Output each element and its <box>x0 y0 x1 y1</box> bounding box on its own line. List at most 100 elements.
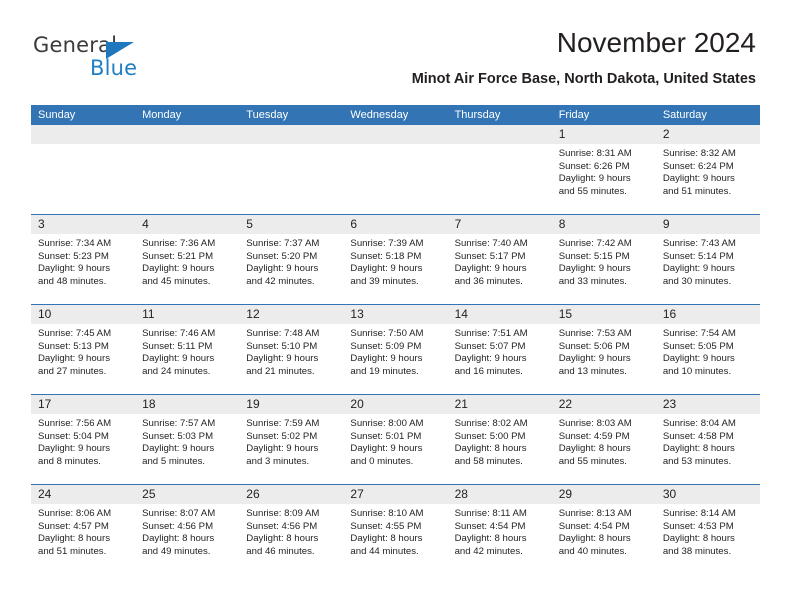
sunrise-text: Sunrise: 8:13 AM <box>558 508 632 519</box>
sunrise-text: Sunrise: 8:31 AM <box>558 148 632 159</box>
daylight-text-cont: and 33 minutes. <box>558 275 627 287</box>
sunset-text: Sunset: 5:17 PM <box>454 250 526 262</box>
sunrise-text: Sunrise: 7:37 AM <box>246 238 320 249</box>
daylight-text: Daylight: 8 hours <box>142 533 215 545</box>
day-cell[interactable]: 12 Sunrise: 7:48 AM Sunset: 5:10 PM Dayligh… <box>239 305 344 394</box>
daylight-text: Daylight: 9 hours <box>38 443 110 455</box>
sunset-text: Sunset: 5:18 PM <box>350 250 422 262</box>
day-sun-info: Sunrise: 8:14 AM Sunset: 4:53 PM Daylight:… <box>656 504 760 558</box>
day-cell[interactable]: 27 Sunrise: 8:10 AM Sunset: 4:55 PM Dayligh… <box>343 485 448 574</box>
day-cell[interactable]: 14 Sunrise: 7:51 AM Sunset: 5:07 PM Dayligh… <box>447 305 552 394</box>
day-number: 23 <box>655 395 760 414</box>
sunrise-text: Sunrise: 8:07 AM <box>142 508 216 519</box>
day-sun-info <box>343 144 447 148</box>
day-number: 25 <box>135 485 240 504</box>
daylight-text-cont: and 55 minutes. <box>558 185 627 197</box>
daylight-text-cont: and 53 minutes. <box>662 455 732 467</box>
day-sun-info: Sunrise: 7:39 AM Sunset: 5:18 PM Daylight:… <box>343 234 447 288</box>
day-cell-empty <box>31 125 136 214</box>
day-cell[interactable]: 9 Sunrise: 7:43 AM Sunset: 5:14 PM Daylight… <box>655 215 760 304</box>
calendar-page: General Blue November 2024 Minot Air For… <box>0 0 792 612</box>
day-cell[interactable]: 25 Sunrise: 8:07 AM Sunset: 4:56 PM Dayligh… <box>135 485 240 574</box>
day-number: 10 <box>31 305 136 324</box>
day-sun-info: Sunrise: 8:06 AM Sunset: 4:57 PM Daylight:… <box>31 504 135 558</box>
calendar-grid: Sunday Monday Tuesday Wednesday Thursday Frid… <box>31 105 760 574</box>
daylight-text-cont: and 21 minutes. <box>246 365 315 377</box>
day-cell[interactable]: 20 Sunrise: 8:00 AM Sunset: 5:01 PM Dayligh… <box>343 395 448 484</box>
logo-text-general: General <box>33 33 118 57</box>
sunrise-text: Sunrise: 8:14 AM <box>662 508 736 519</box>
daylight-text: Daylight: 9 hours <box>454 263 527 275</box>
day-number: 26 <box>239 485 344 504</box>
day-number: 15 <box>551 305 656 324</box>
day-cell[interactable]: 8 Sunrise: 7:42 AM Sunset: 5:15 PM Daylight… <box>551 215 656 304</box>
day-number: 20 <box>343 395 448 414</box>
day-number: 19 <box>239 395 344 414</box>
day-number: 7 <box>447 215 552 234</box>
day-cell[interactable]: 26 Sunrise: 8:09 AM Sunset: 4:56 PM Dayligh… <box>239 485 344 574</box>
general-blue-logo[interactable]: General Blue <box>33 33 213 80</box>
day-cell[interactable]: 18 Sunrise: 7:57 AM Sunset: 5:03 PM Dayligh… <box>135 395 240 484</box>
day-cell[interactable]: 7 Sunrise: 7:40 AM Sunset: 5:17 PM Daylight… <box>447 215 552 304</box>
sunset-text: Sunset: 5:20 PM <box>246 250 318 262</box>
daylight-text: Daylight: 9 hours <box>142 263 215 275</box>
daylight-text-cont: and 8 minutes. <box>38 455 101 467</box>
weekday-header-friday: Friday <box>558 109 590 121</box>
day-sun-info: Sunrise: 8:32 AM Sunset: 6:24 PM Daylight:… <box>656 144 760 198</box>
day-number: 18 <box>135 395 240 414</box>
day-cell[interactable]: 22 Sunrise: 8:03 AM Sunset: 4:59 PM Dayligh… <box>551 395 656 484</box>
day-sun-info: Sunrise: 8:03 AM Sunset: 4:59 PM Daylight:… <box>552 414 656 468</box>
day-cell[interactable]: 21 Sunrise: 8:02 AM Sunset: 5:00 PM Dayligh… <box>447 395 552 484</box>
day-cell[interactable]: 6 Sunrise: 7:39 AM Sunset: 5:18 PM Daylight… <box>343 215 448 304</box>
sunrise-text: Sunrise: 7:46 AM <box>142 328 216 339</box>
sunset-text: Sunset: 5:11 PM <box>142 340 213 352</box>
day-cell[interactable]: 29 Sunrise: 8:13 AM Sunset: 4:54 PM Dayligh… <box>551 485 656 574</box>
day-cell[interactable]: 24 Sunrise: 8:06 AM Sunset: 4:57 PM Dayligh… <box>31 485 136 574</box>
day-cell[interactable]: 19 Sunrise: 7:59 AM Sunset: 5:02 PM Dayligh… <box>239 395 344 484</box>
daylight-text: Daylight: 9 hours <box>662 353 735 365</box>
sunrise-text: Sunrise: 7:36 AM <box>142 238 216 249</box>
day-cell[interactable]: 5 Sunrise: 7:37 AM Sunset: 5:20 PM Daylight… <box>239 215 344 304</box>
daylight-text: Daylight: 9 hours <box>38 353 110 365</box>
day-cell[interactable]: 4 Sunrise: 7:36 AM Sunset: 5:21 PM Daylight… <box>135 215 240 304</box>
day-cell[interactable]: 15 Sunrise: 7:53 AM Sunset: 5:06 PM Dayligh… <box>551 305 656 394</box>
day-cell[interactable]: 23 Sunrise: 8:04 AM Sunset: 4:58 PM Dayligh… <box>655 395 760 484</box>
daylight-text: Daylight: 8 hours <box>662 443 735 455</box>
day-sun-info: Sunrise: 7:48 AM Sunset: 5:10 PM Daylight:… <box>239 324 343 378</box>
day-cell[interactable]: 1 Sunrise: 8:31 AM Sunset: 6:26 PM Daylight… <box>551 125 656 214</box>
sunrise-text: Sunrise: 7:59 AM <box>246 418 320 429</box>
weekday-header-saturday: Saturday <box>662 109 707 121</box>
day-cell[interactable]: 28 Sunrise: 8:11 AM Sunset: 4:54 PM Dayligh… <box>447 485 552 574</box>
day-cell[interactable]: 30 Sunrise: 8:14 AM Sunset: 4:53 PM Dayligh… <box>655 485 760 574</box>
day-number: 2 <box>655 125 760 144</box>
day-cell[interactable]: 11 Sunrise: 7:46 AM Sunset: 5:11 PM Dayligh… <box>135 305 240 394</box>
daylight-text: Daylight: 9 hours <box>246 263 319 275</box>
day-number: 30 <box>655 485 760 504</box>
day-number <box>343 125 448 144</box>
day-number <box>31 125 136 144</box>
day-cell[interactable]: 16 Sunrise: 7:54 AM Sunset: 5:05 PM Dayligh… <box>655 305 760 394</box>
day-cell[interactable]: 2 Sunrise: 8:32 AM Sunset: 6:24 PM Daylight… <box>655 125 760 214</box>
sunset-text: Sunset: 4:53 PM <box>662 520 734 532</box>
day-cell[interactable]: 13 Sunrise: 7:50 AM Sunset: 5:09 PM Dayligh… <box>343 305 448 394</box>
day-number: 3 <box>31 215 136 234</box>
day-number: 11 <box>135 305 240 324</box>
sunset-text: Sunset: 5:10 PM <box>246 340 318 352</box>
day-number: 8 <box>551 215 656 234</box>
daylight-text-cont: and 24 minutes. <box>142 365 211 377</box>
day-cell[interactable]: 17 Sunrise: 7:56 AM Sunset: 5:04 PM Dayligh… <box>31 395 136 484</box>
daylight-text: Daylight: 9 hours <box>246 443 319 455</box>
day-number: 14 <box>447 305 552 324</box>
daylight-text: Daylight: 9 hours <box>558 263 631 275</box>
sunset-text: Sunset: 5:01 PM <box>350 430 422 442</box>
daylight-text-cont: and 48 minutes. <box>38 275 107 287</box>
sunrise-text: Sunrise: 8:03 AM <box>558 418 632 429</box>
day-cell[interactable]: 3 Sunrise: 7:34 AM Sunset: 5:23 PM Daylight… <box>31 215 136 304</box>
day-cell-empty <box>239 125 344 214</box>
sunset-text: Sunset: 5:04 PM <box>38 430 109 442</box>
day-sun-info: Sunrise: 7:34 AM Sunset: 5:23 PM Daylight:… <box>31 234 135 288</box>
day-cell[interactable]: 10 Sunrise: 7:45 AM Sunset: 5:13 PM Dayligh… <box>31 305 136 394</box>
day-sun-info: Sunrise: 7:53 AM Sunset: 5:06 PM Daylight:… <box>552 324 656 378</box>
day-number: 6 <box>343 215 448 234</box>
sunrise-text: Sunrise: 8:11 AM <box>454 508 527 519</box>
